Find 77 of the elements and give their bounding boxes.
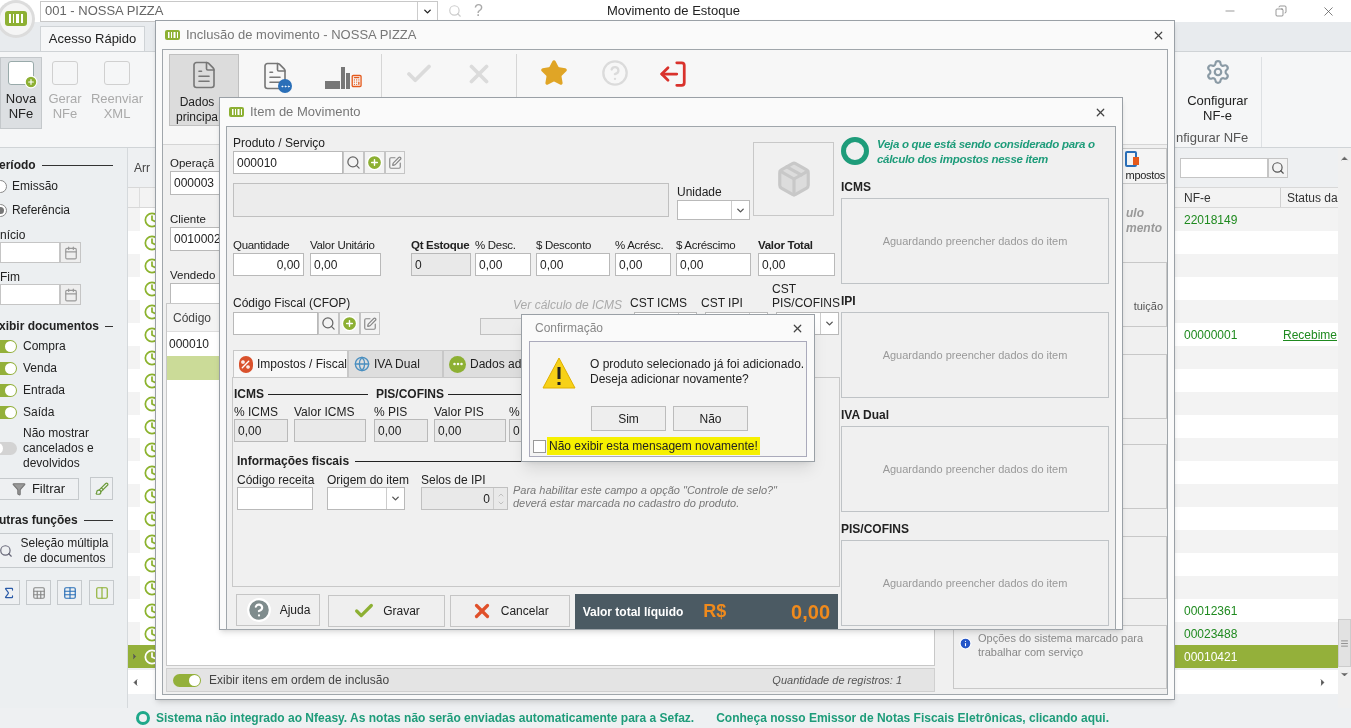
field-label: Código Fiscal (CFOP): [233, 296, 352, 310]
tax-box: Aguardando preencher dados do item: [841, 540, 1109, 626]
field-label: % PIS: [374, 404, 409, 419]
field-label: Vendedo: [170, 268, 216, 283]
field-label: % ICMS: [234, 404, 279, 419]
toggle-label: Entrada: [23, 382, 66, 398]
field-label: CST IPI: [701, 296, 744, 310]
field-label: $ Desconto: [536, 238, 592, 252]
window-title: Movimento de Estoque: [606, 2, 740, 21]
radio-label: Emissão: [12, 178, 58, 195]
tax-box: Aguardando preencher dados do item: [841, 312, 1109, 398]
info-text: Opções do sistema marcado para trabalhar com serviço: [978, 631, 1145, 659]
field-label: % Acrésc.: [615, 238, 664, 252]
field-label: Valor Unitário: [310, 238, 375, 252]
input-field: 0: [411, 253, 471, 276]
field-label: %: [509, 404, 521, 419]
total-label: Valor total líquido: [582, 603, 684, 621]
currency-label: R$: [703, 600, 727, 623]
field-label: CST ICMS: [630, 296, 689, 310]
toggle-label: Exibir itens em ordem de inclusão: [209, 672, 390, 689]
hint-text: Para habilitar este campo a opção "Controle de selo?" deverá estar marcada no cadastro do produto.: [513, 484, 779, 510]
total-value: 0,00: [791, 599, 830, 625]
field-label: Qt Estoque: [411, 238, 470, 252]
record-count: Quantidade de registros: 1: [772, 672, 902, 688]
section-title: IPI: [841, 294, 857, 309]
window-title: Item de Movimento: [250, 103, 361, 122]
field-label: % Desc.: [475, 238, 516, 252]
message-text: O produto selecionado já foi adicionado.: [590, 357, 805, 372]
table-cell: 00023488: [1184, 626, 1238, 641]
field-label: Operaçã: [170, 156, 215, 171]
note-text: ulo mento: [1126, 206, 1163, 236]
section-title: utras funções: [0, 512, 78, 529]
dialog-title: Confirmação: [535, 320, 604, 337]
field-label: Quantidade: [233, 238, 290, 252]
section-title: IVA Dual: [841, 408, 890, 423]
section-title: PIS/COFINS: [376, 386, 444, 403]
section-title: Informações fiscais: [237, 453, 350, 470]
radio-label: Referência: [12, 202, 71, 219]
input-field: 0,00: [434, 419, 506, 442]
status-message: Sistema não integrado ao Nfeasy. As notas não serão enviadas automaticamente para a Sefaz.: [156, 710, 695, 727]
box-text: tuição: [1133, 298, 1163, 314]
tax-box: Aguardando preencher dados do item: [841, 426, 1109, 512]
toggle-label: Compra: [23, 338, 66, 354]
field-label: Cliente: [170, 212, 206, 227]
tax-box: Aguardando preencher dados do item: [841, 198, 1109, 284]
group-hint: Arr: [134, 159, 150, 177]
field-label: nício: [0, 227, 27, 242]
field-label: Selos de IPI: [421, 472, 487, 487]
field-label: Produto / Serviço: [233, 136, 327, 150]
table-cell-text: 000010: [169, 336, 210, 353]
input-field: 0,00: [234, 419, 288, 442]
section-title: eríodo: [0, 157, 36, 174]
section-title: PIS/COFINS: [841, 522, 910, 537]
heading-text: Veja o que está sendo considerado para o cálculo dos impostos nesse item: [877, 137, 1096, 167]
toggle-label: Venda: [23, 360, 58, 376]
number-spinner: 0: [421, 487, 508, 510]
field-label: Unidade: [677, 185, 723, 199]
field-label: $ Acréscimo: [676, 238, 736, 252]
toggle-label: Saída: [23, 404, 55, 420]
checkbox-label: Não exibir esta mensagem novamente!: [547, 437, 760, 455]
table-cell: 00012361: [1184, 603, 1238, 618]
table-cell: 00010421: [1184, 649, 1238, 664]
table-cell: 00000001: [1184, 327, 1238, 342]
field-label: Valor ICMS: [294, 404, 356, 419]
window-title: Inclusão de movimento - NOSSA PIZZA: [186, 26, 417, 45]
input-field: 0,00: [374, 419, 428, 442]
section-title: ICMS: [234, 386, 264, 403]
field-label: Código receita: [237, 472, 313, 487]
group-label: nfigurar NFe: [1175, 128, 1249, 147]
toggle-label: Não mostrar cancelados e devolvidos: [23, 425, 95, 471]
table-cell: 22018149: [1184, 212, 1238, 227]
field-label: Valor PIS: [434, 404, 485, 419]
field-label: Valor Total: [758, 238, 813, 252]
field-label: Fim: [0, 269, 21, 284]
message-text: Deseja adicionar novamente?: [590, 372, 750, 387]
section-title: ICMS: [841, 180, 872, 195]
field-label: CST PIS/COFINS: [772, 282, 838, 310]
